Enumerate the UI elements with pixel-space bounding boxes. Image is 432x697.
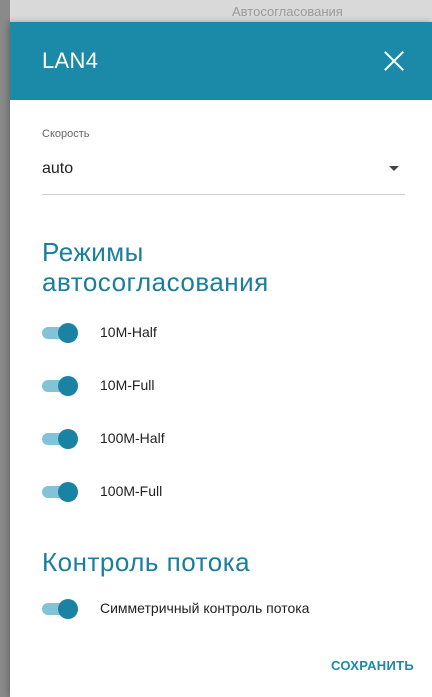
toggle-row-10m-full: 10M-Full [42, 358, 405, 411]
autoneg-section-title: Режимы автосогласования [42, 237, 405, 297]
toggle-100m-half[interactable] [42, 428, 78, 449]
toggle-10m-full[interactable] [42, 375, 78, 396]
toggle-row-10m-half: 10M-Half [42, 305, 405, 358]
dialog-content: Скорость auto Режимы автосогласования 10… [10, 128, 432, 634]
speed-value: auto [42, 160, 74, 177]
backdrop-panel [0, 0, 10, 697]
dialog-header: LAN4 [10, 22, 432, 100]
flow-control-list: Симметричный контроль потока [42, 581, 405, 634]
save-button[interactable]: СОХРАНИТЬ [331, 658, 414, 673]
toggle-symmetric-flow[interactable] [42, 598, 78, 619]
toggle-label-100m-full: 100M-Full [100, 482, 163, 499]
toggle-row-symmetric-flow: Симметричный контроль потока [42, 581, 405, 634]
toggle-knob [58, 375, 78, 396]
chevron-down-icon [389, 166, 399, 171]
toggle-row-100m-full: 100M-Full [42, 464, 405, 517]
dialog-title: LAN4 [42, 48, 99, 73]
toggle-label-100m-half: 100M-Half [100, 429, 165, 446]
toggle-label-10m-half: 10M-Half [100, 323, 157, 340]
backdrop-heading: Автосогласования [232, 4, 343, 19]
close-icon[interactable] [380, 47, 408, 75]
toggle-knob [58, 598, 78, 619]
speed-select[interactable]: auto [42, 156, 405, 195]
flow-control-section-title: Контроль потока [42, 547, 251, 577]
toggle-knob [58, 322, 78, 343]
toggle-label-symmetric-flow: Симметричный контроль потока [100, 599, 310, 616]
toggle-row-100m-half: 100M-Half [42, 411, 405, 464]
lan4-dialog: LAN4 Скорость auto Режимы автосогласован… [10, 22, 432, 697]
autoneg-modes-list: 10M-Half 10M-Full 100M-Half 100M-Full [42, 305, 405, 517]
toggle-knob [58, 481, 78, 502]
toggle-100m-full[interactable] [42, 481, 78, 502]
autoneg-title-line1: Режимы [42, 237, 144, 267]
toggle-label-10m-full: 10M-Full [100, 376, 155, 393]
toggle-10m-half[interactable] [42, 322, 78, 343]
toggle-knob [58, 428, 78, 449]
autoneg-title-line2: автосогласования [42, 267, 269, 297]
speed-label: Скорость [42, 128, 90, 140]
